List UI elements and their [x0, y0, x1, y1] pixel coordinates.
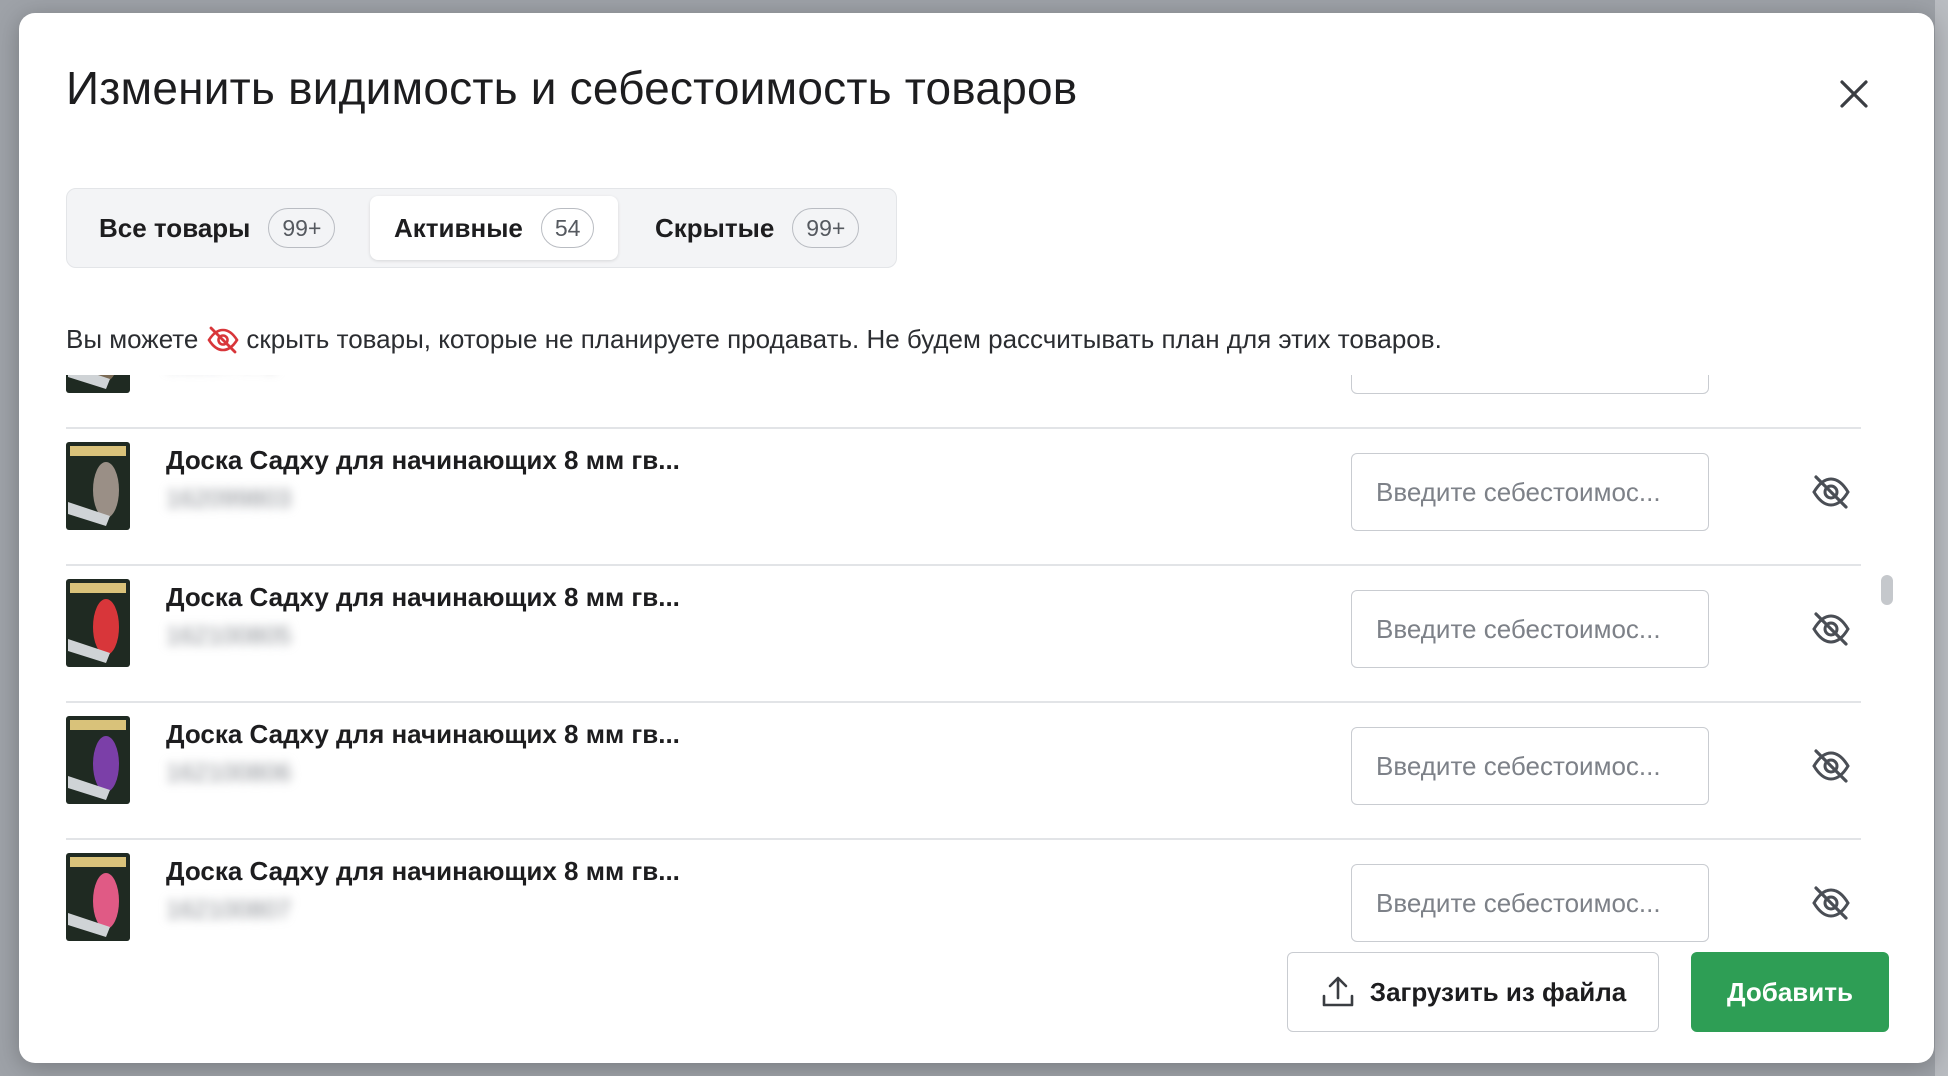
tab-count-badge: 99+ [268, 208, 336, 248]
product-title: Доска Садху для начинающих 8 мм гв... [166, 719, 680, 749]
modal-title: Изменить видимость и себестоимость товар… [66, 62, 1078, 114]
tab-count-badge: 54 [540, 208, 595, 248]
product-title: Доска Садху для начинающих 8 мм гв... [166, 856, 680, 886]
hide-product-button[interactable] [1806, 375, 1856, 380]
product-row: Доска Садху для начинающих 8 мм гв... 162… [66, 703, 1861, 840]
filter-tabs: Все товары 99+ Активные 54 Скрытые 99+ [66, 188, 897, 268]
cost-input[interactable] [1351, 727, 1709, 805]
tab-active[interactable]: Активные 54 [370, 196, 619, 260]
hide-product-button[interactable] [1806, 604, 1856, 654]
product-thumbnail [66, 716, 130, 804]
hint-text-before: Вы можете [66, 324, 199, 354]
product-title: Доска Садху для начинающих 8 мм гв... [166, 582, 680, 612]
product-sku: 162100806 [166, 759, 292, 787]
hint-text-after: скрыть товары, которые не планируете про… [246, 324, 1442, 354]
eye-off-icon [1806, 886, 1856, 932]
product-row: Доска Садху для начинающих 8 мм гв... 162… [66, 840, 1861, 949]
add-button[interactable]: Добавить [1691, 952, 1889, 1032]
product-sku: 56897472 [166, 375, 277, 377]
hide-product-button[interactable] [1806, 741, 1856, 791]
hint-text: Вы можете скрыть товары, которые не план… [66, 324, 1442, 355]
cost-input[interactable] [1351, 590, 1709, 668]
cost-input[interactable] [1351, 375, 1709, 394]
eye-off-icon [206, 326, 240, 354]
hide-product-button[interactable] [1806, 878, 1856, 928]
upload-icon [1322, 976, 1354, 1007]
product-sku: 162099803 [166, 485, 292, 513]
eye-off-icon [1806, 375, 1856, 384]
close-button[interactable] [1829, 69, 1879, 119]
product-list-inner: Доска Садху для начинающих 8 мм гв... 568… [66, 375, 1861, 949]
add-button-label: Добавить [1727, 976, 1853, 1007]
tab-all-products[interactable]: Все товары 99+ [99, 196, 336, 260]
product-thumbnail [66, 579, 130, 667]
tab-count-badge: 99+ [792, 208, 860, 248]
product-sku: 162100805 [166, 622, 292, 650]
product-list[interactable]: Доска Садху для начинающих 8 мм гв... 568… [66, 375, 1908, 949]
product-row: Доска Садху для начинающих 8 мм гв... 162… [66, 429, 1861, 566]
eye-off-icon [1806, 612, 1856, 658]
eye-off-icon [1806, 475, 1856, 521]
product-sku: 162100807 [166, 896, 292, 924]
product-thumbnail [66, 375, 130, 393]
product-thumbnail [66, 442, 130, 530]
product-thumbnail [66, 853, 130, 941]
upload-from-file-button[interactable]: Загрузить из файла [1287, 952, 1659, 1032]
backdrop-strip [1935, 0, 1948, 1076]
product-row: Доска Садху для начинающих 8 мм гв... 162… [66, 566, 1861, 703]
modal-dialog: Изменить видимость и себестоимость товар… [19, 13, 1934, 1063]
upload-button-label: Загрузить из файла [1369, 976, 1627, 1007]
cost-input[interactable] [1351, 864, 1709, 942]
tab-label: Все товары [99, 212, 251, 243]
tab-label: Активные [394, 212, 523, 243]
scrollbar-thumb[interactable] [1881, 575, 1893, 605]
close-icon [1840, 80, 1868, 108]
product-title: Доска Садху для начинающих 8 мм гв... [166, 445, 680, 475]
hide-product-button[interactable] [1806, 467, 1856, 517]
tab-hidden[interactable]: Скрытые 99+ [655, 196, 860, 260]
eye-off-icon [1806, 749, 1856, 795]
cost-input[interactable] [1351, 453, 1709, 531]
product-row: Доска Садху для начинающих 8 мм гв...568… [66, 375, 1861, 429]
tab-label: Скрытые [655, 212, 775, 243]
